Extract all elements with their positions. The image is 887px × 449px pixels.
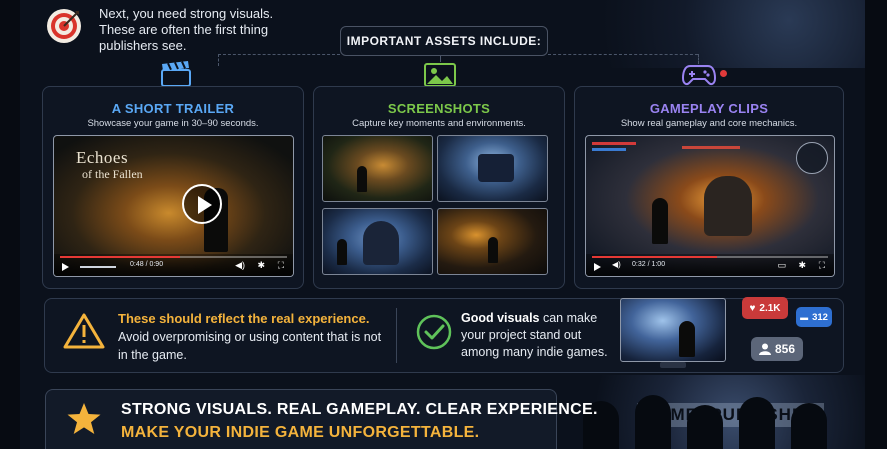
monster-silhouette — [704, 176, 752, 236]
video-controls: 0:48 / 0:90 ◀) ✱ ⛶ — [54, 254, 293, 276]
video-time: 0:48 / 0:90 — [130, 261, 164, 268]
connector-line — [218, 54, 340, 55]
followers-badge: 856 — [751, 337, 803, 361]
gamepad-icon — [682, 65, 716, 86]
assets-label: IMPORTANT ASSETS INCLUDE: — [340, 26, 548, 56]
building-silhouette — [478, 154, 514, 182]
video-title-line2: of the Fallen — [82, 167, 143, 181]
gameplay-subtitle: Show real gameplay and core mechanics. — [620, 118, 798, 129]
volume-slider[interactable] — [80, 266, 116, 268]
progress-fill — [60, 256, 181, 258]
page-edge-left — [0, 0, 20, 449]
volume-icon[interactable]: ◀) — [235, 260, 245, 270]
trailer-video-player[interactable]: Echoes of the Fallen 0:48 / 0:90 ◀) ✱ ⛶ — [53, 135, 294, 277]
screenshots-title: SCREENSHOTS — [387, 101, 491, 116]
connector-line — [218, 54, 219, 66]
video-title: Echoes of the Fallen — [76, 148, 143, 182]
good-visuals-highlight: Good visuals — [461, 311, 540, 325]
minimap — [796, 142, 828, 174]
character-silhouette — [357, 166, 367, 192]
monitor-stand — [660, 362, 686, 368]
star-icon — [67, 403, 101, 434]
screenshot-thumbnail[interactable] — [322, 135, 433, 202]
settings-icon[interactable]: ✱ — [798, 260, 806, 270]
likes-badge: ♥ 2.1K — [742, 297, 788, 319]
followers-count: 856 — [774, 342, 796, 356]
play-control-icon[interactable] — [594, 263, 601, 271]
audience-silhouette — [687, 405, 723, 449]
volume-icon[interactable]: ◀) — [612, 260, 621, 270]
warning-body: Avoid overpromising or using content tha… — [118, 330, 382, 362]
comments-count: 312 — [812, 311, 828, 323]
trailer-title: A SHORT TRAILER — [111, 101, 235, 116]
character-silhouette — [488, 237, 498, 263]
audience-silhouette — [791, 403, 827, 449]
progress-fill — [592, 256, 718, 258]
fullscreen-icon[interactable]: ⛶ — [819, 260, 825, 270]
banner-line2: MAKE YOUR INDIE GAME UNFORGETTABLE. — [121, 424, 480, 441]
monster-silhouette — [363, 221, 399, 265]
gameplay-card: GAMEPLAY CLIPS Show real gameplay and co… — [574, 86, 844, 289]
header-background-art — [560, 0, 865, 68]
screenshot-thumbnail[interactable] — [322, 208, 433, 275]
gameplay-title: GAMEPLAY CLIPS — [649, 101, 769, 116]
clapperboard-icon — [161, 61, 191, 87]
banner-line1: STRONG VISUALS. REAL GAMEPLAY. CLEAR EXP… — [121, 401, 598, 418]
cc-icon[interactable]: ▭ — [777, 260, 786, 270]
play-icon[interactable] — [182, 184, 222, 224]
progress-bar[interactable] — [592, 256, 828, 258]
audience-silhouette — [739, 397, 775, 449]
screenshot-thumbnail[interactable] — [437, 208, 548, 275]
fullscreen-icon[interactable]: ⛶ — [278, 260, 284, 270]
monitor-preview — [620, 298, 726, 362]
comments-badge: ▬ 312 — [796, 307, 832, 327]
play-control-icon[interactable] — [62, 263, 69, 271]
progress-bar[interactable] — [60, 256, 287, 258]
gameplay-video-player[interactable]: ◀) 0:32 / 1:00 ▭ ✱ ⛶ — [585, 135, 835, 277]
video-controls: ◀) 0:32 / 1:00 ▭ ✱ ⛶ — [586, 254, 834, 276]
boss-health-bar — [682, 146, 740, 149]
screenshot-thumbnail[interactable] — [437, 135, 548, 202]
heart-icon: ♥ — [749, 302, 756, 314]
divider — [396, 308, 397, 363]
health-bar — [592, 142, 636, 145]
screenshots-card: SCREENSHOTS Capture key moments and envi… — [313, 86, 565, 289]
likes-count: 2.1K — [759, 302, 781, 314]
mana-bar — [592, 148, 626, 151]
trailer-subtitle: Showcase your game in 30–90 seconds. — [87, 118, 259, 129]
screenshots-subtitle: Capture key moments and environments. — [352, 118, 526, 129]
image-icon — [424, 63, 456, 87]
check-circle-icon — [416, 314, 452, 350]
good-visuals-text: Good visuals can make your project stand… — [461, 310, 621, 361]
intro-text: Next, you need strong visuals. These are… — [99, 6, 274, 53]
character-silhouette — [652, 198, 668, 244]
target-icon — [47, 9, 81, 43]
comment-icon: ▬ — [800, 312, 809, 322]
user-icon — [758, 343, 771, 355]
publishers-background-art: GAMESPUBLISHER — [575, 375, 865, 449]
character-silhouette — [679, 321, 695, 357]
trailer-card: A SHORT TRAILER Showcase your game in 30… — [42, 86, 304, 289]
character-silhouette — [337, 239, 347, 265]
record-dot — [720, 70, 727, 77]
warning-title: These should reflect the real experience… — [118, 311, 370, 326]
video-title-line1: Echoes — [76, 148, 129, 167]
page-edge-right — [865, 0, 887, 449]
video-time: 0:32 / 1:00 — [632, 261, 666, 268]
connector-line — [548, 54, 698, 55]
warning-triangle-icon — [63, 313, 105, 349]
settings-icon[interactable]: ✱ — [257, 260, 265, 270]
audience-silhouette — [635, 395, 671, 449]
